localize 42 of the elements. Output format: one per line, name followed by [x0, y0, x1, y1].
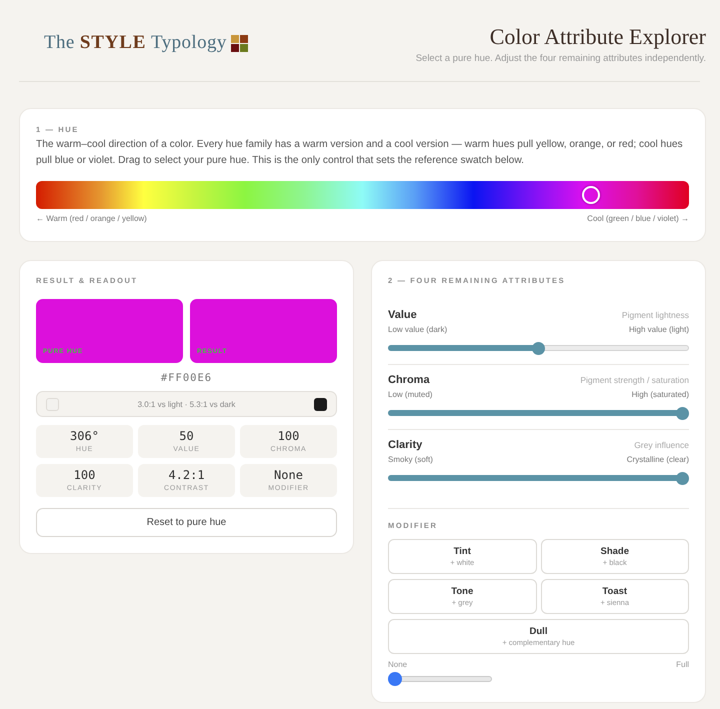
contrast-sample-icon — [46, 398, 59, 410]
stat-value: 50 — [179, 429, 194, 443]
attribute-slider[interactable] — [388, 406, 689, 420]
contrast-sample-icon — [314, 398, 327, 410]
attribute-name: Clarity — [388, 438, 422, 453]
hue-slider-thumb[interactable] — [582, 186, 600, 204]
attribute-description: Pigment lightness — [622, 309, 689, 322]
slider-thumb[interactable] — [676, 407, 689, 420]
hex-code: #FF00E6 — [160, 371, 214, 385]
stat-value: 4.2:1 — [168, 468, 205, 482]
stat-value: 100 — [278, 429, 300, 443]
range-label: Crystalline (clear) — [626, 455, 689, 465]
page-title: Color Attribute Explorer — [488, 24, 706, 50]
attribute-name: Value — [388, 308, 417, 323]
four-squares-logo-icon — [230, 34, 248, 52]
hue-slider[interactable] — [36, 181, 689, 209]
range-label: High value (light) — [628, 325, 689, 335]
range-label: None — [388, 660, 408, 670]
range-label: ← Warm (red / orange / yellow) — [36, 214, 147, 224]
attribute-description: Grey influence — [634, 439, 689, 452]
slider-thumb[interactable] — [388, 672, 402, 686]
range-label: Full — [676, 660, 689, 670]
range-label: Low (muted) — [388, 390, 432, 400]
reset-button[interactable]: Reset to pure hue — [36, 508, 337, 537]
contrast-text: 3.0:1 vs light · 5.3:1 vs dark — [136, 400, 236, 408]
attribute-slider[interactable] — [388, 471, 689, 485]
modifier-amount-slider[interactable] — [388, 672, 492, 686]
range-label: Smoky (soft) — [388, 455, 433, 465]
attribute-slider[interactable] — [388, 341, 689, 355]
range-label: High (saturated) — [632, 390, 689, 400]
slider-thumb[interactable] — [532, 342, 545, 355]
stat-value: None — [274, 468, 303, 482]
stat-value: 306° — [70, 429, 99, 443]
attribute-name: Chroma — [388, 373, 430, 388]
range-label: Cool (green / blue / violet) → — [587, 214, 689, 224]
logo-text: The STYLE Typology — [44, 32, 227, 54]
stat-value: 100 — [74, 468, 96, 482]
attribute-description: Pigment strength / saturation — [580, 374, 689, 387]
range-label: Low value (dark) — [388, 325, 448, 335]
page-subtitle: Select a pure hue. Adjust the four remaining attributes independently. — [416, 53, 706, 65]
hue-description: The warm–cool direction of a color. Every hue family has a warm version and a cool version — warm hues pull yellow, orange, or red; cool hues pull blue or violet. Drag to select your pure hue. This is the only control that sets the reference swatch below. — [36, 138, 684, 168]
slider-thumb[interactable] — [676, 472, 689, 485]
